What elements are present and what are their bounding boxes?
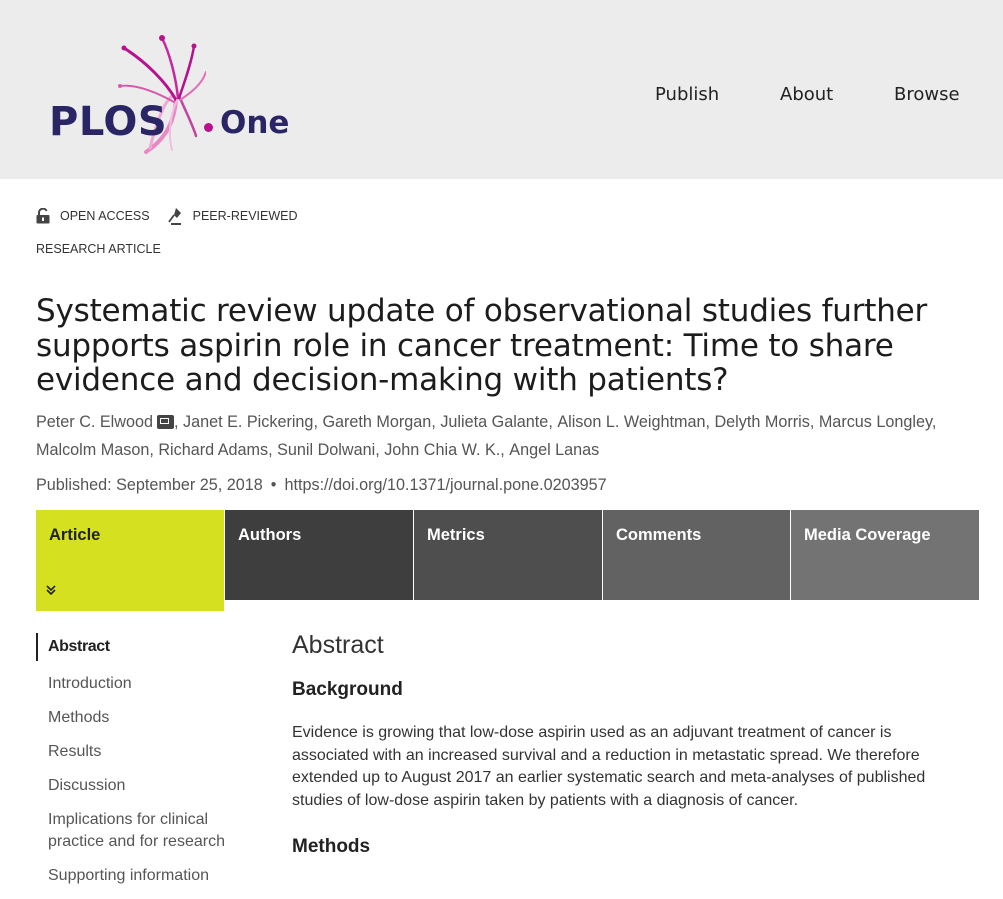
tab-authors[interactable]: Authors <box>225 510 413 600</box>
section-nav-abstract[interactable]: Abstract <box>36 633 251 661</box>
author-link[interactable]: Sunil Dolwani, <box>277 441 384 459</box>
tab-comments[interactable]: Comments <box>603 510 790 600</box>
section-nav-implications[interactable]: Implications for clinical practice and f… <box>36 809 251 854</box>
background-paragraph: Evidence is growing that low-dose aspiri… <box>292 724 926 809</box>
peer-reviewed-icon <box>167 208 181 225</box>
author-name: Peter C. Elwood <box>36 413 153 431</box>
author-link[interactable]: Malcolm Mason, <box>36 441 158 459</box>
author-link[interactable]: Julieta Galante, <box>440 413 557 431</box>
author-link[interactable]: Delyth Morris, <box>714 413 818 431</box>
author-link[interactable]: Marcus Longley, <box>819 413 937 431</box>
tab-label: Comments <box>616 526 702 544</box>
author-link[interactable]: John Chia W. K., <box>384 441 509 459</box>
peer-reviewed-badge[interactable]: PEER-REVIEWED <box>167 207 298 225</box>
site-header: PLOS One Publish About Browse <box>0 0 1003 179</box>
published-date: Published: September 25, 2018 <box>36 476 263 494</box>
author-link[interactable]: Peter C. Elwood, <box>36 413 183 431</box>
author-name: Sunil Dolwani <box>277 441 376 459</box>
nav-browse[interactable]: Browse <box>894 85 960 105</box>
publication-info: Published: September 25, 2018 • https://do… <box>36 476 607 495</box>
open-access-label: OPEN ACCESS <box>60 209 150 223</box>
section-nav-methods[interactable]: Methods <box>36 707 251 730</box>
peer-reviewed-label: PEER-REVIEWED <box>192 209 298 223</box>
author-name: Janet E. Pickering <box>182 413 314 431</box>
author-list: Peter C. Elwood, Janet E. Pickering, Gar… <box>36 408 981 464</box>
article-badges: OPEN ACCESS PEER-REVIEWED <box>36 207 316 225</box>
author-name: Richard Adams <box>158 441 269 459</box>
article-type: RESEARCH ARTICLE <box>36 242 161 256</box>
chevron-down-icon <box>45 584 57 599</box>
logo-wordmark-plos: PLOS <box>49 99 168 145</box>
abstract-heading: Abstract <box>292 631 384 659</box>
author-link[interactable]: Alison L. Weightman, <box>557 413 714 431</box>
unlock-icon <box>36 208 50 224</box>
author-name: Malcolm Mason <box>36 441 150 459</box>
tab-label: Metrics <box>427 526 485 544</box>
author-name: Angel Lanas <box>509 441 600 459</box>
nav-publish[interactable]: Publish <box>655 85 719 105</box>
author-link[interactable]: Gareth Morgan, <box>322 413 440 431</box>
article-tabs: Article Authors Metrics Comments Media C… <box>36 510 979 611</box>
tab-article[interactable]: Article <box>36 510 224 611</box>
section-nav-supporting-information[interactable]: Supporting information <box>36 865 251 888</box>
tab-label: Media Coverage <box>804 526 931 544</box>
author-name: Marcus Longley <box>818 413 932 431</box>
tab-label: Article <box>49 526 101 544</box>
tab-label: Authors <box>238 526 302 544</box>
background-heading: Background <box>292 679 403 700</box>
author-name: Gareth Morgan <box>322 413 432 431</box>
author-link[interactable]: Angel Lanas <box>509 441 599 459</box>
open-access-badge[interactable]: OPEN ACCESS <box>36 208 150 224</box>
logo-wordmark-one: One <box>220 105 290 141</box>
methods-heading: Methods <box>292 836 371 857</box>
author-name: Julieta Galante <box>440 413 549 431</box>
article-body: Abstract Background Evidence is growing … <box>292 630 952 859</box>
email-icon[interactable] <box>156 415 174 429</box>
section-nav-discussion[interactable]: Discussion <box>36 775 251 798</box>
plos-one-logo[interactable]: PLOS One <box>46 32 306 156</box>
logo-dot <box>204 123 213 132</box>
author-link[interactable]: Richard Adams, <box>158 441 277 459</box>
author-link[interactable]: Janet E. Pickering, <box>183 413 322 431</box>
author-name: Delyth Morris <box>714 413 810 431</box>
article-title: Systematic review update of observationa… <box>36 293 928 398</box>
separator-bullet: • <box>270 476 277 494</box>
section-nav-results[interactable]: Results <box>36 741 251 764</box>
nav-about[interactable]: About <box>780 85 833 105</box>
section-nav-introduction[interactable]: Introduction <box>36 673 251 696</box>
tab-media-coverage[interactable]: Media Coverage <box>791 510 979 600</box>
tab-metrics[interactable]: Metrics <box>414 510 602 600</box>
author-name: Alison L. Weightman <box>557 413 706 431</box>
doi-link[interactable]: https://doi.org/10.1371/journal.pone.020… <box>284 476 606 494</box>
section-nav: Abstract Introduction Methods Results Di… <box>36 633 251 899</box>
author-name: John Chia W. K. <box>384 441 501 459</box>
